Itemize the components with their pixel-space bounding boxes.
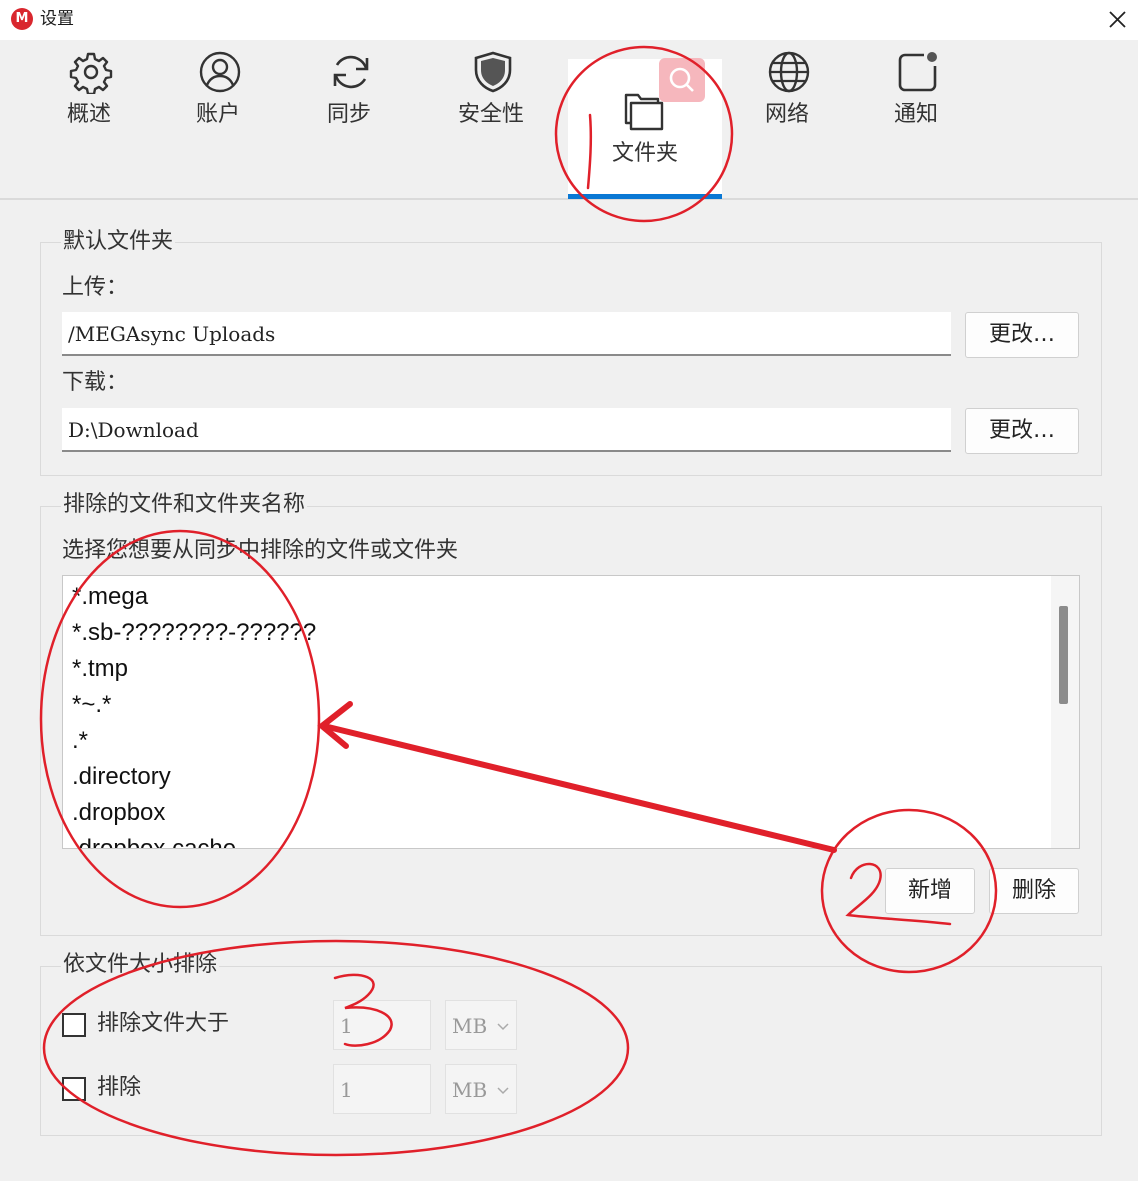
size-exclusion-group bbox=[40, 966, 1102, 1136]
notification-icon bbox=[898, 52, 937, 92]
exclude-smaller-checkbox[interactable] bbox=[62, 1077, 86, 1101]
title-bar: M 设置 bbox=[0, 0, 1138, 40]
tab-account[interactable]: 账户 bbox=[153, 40, 283, 160]
list-item[interactable]: *.tmp bbox=[72, 651, 128, 687]
scrollbar-thumb[interactable] bbox=[1059, 606, 1068, 704]
search-icon bbox=[669, 67, 694, 92]
tab-notifications-label: 通知 bbox=[893, 102, 938, 127]
list-item[interactable]: .dropbox.cache bbox=[72, 831, 236, 848]
gear-icon bbox=[69, 52, 113, 94]
exclude-smaller-size-input[interactable]: 1 bbox=[333, 1064, 431, 1114]
change-download-button[interactable]: 更改… bbox=[965, 408, 1079, 454]
tab-security[interactable]: 安全性 bbox=[426, 40, 556, 160]
exclude-larger-label: 排除文件大于 bbox=[97, 1011, 230, 1036]
list-item[interactable]: .directory bbox=[72, 759, 171, 795]
window-title: 设置 bbox=[40, 9, 74, 29]
exclude-larger-size-input[interactable]: 1 bbox=[333, 1000, 431, 1050]
default-folders-title: 默认文件夹 bbox=[61, 227, 176, 257]
list-item[interactable]: *.sb-????????-?????? bbox=[72, 615, 316, 651]
tab-notifications[interactable]: 通知 bbox=[851, 40, 981, 160]
mega-logo-icon: M bbox=[11, 8, 33, 30]
download-path-field[interactable]: D:\Download bbox=[62, 408, 951, 452]
upload-label: 上传： bbox=[62, 275, 129, 300]
tab-security-label: 安全性 bbox=[457, 102, 524, 127]
tab-account-label: 账户 bbox=[195, 102, 240, 127]
tab-network[interactable]: 网络 bbox=[722, 40, 852, 160]
list-item[interactable]: *~.* bbox=[72, 687, 111, 723]
tab-sync[interactable]: 同步 bbox=[284, 40, 414, 160]
tab-overview[interactable]: 概述 bbox=[24, 40, 154, 160]
chevron-down-icon bbox=[497, 1023, 509, 1031]
tab-sync-label: 同步 bbox=[326, 102, 371, 127]
list-item[interactable]: .dropbox bbox=[72, 795, 165, 831]
globe-icon bbox=[768, 51, 810, 93]
excluded-names-description: 选择您想要从同步中排除的文件或文件夹 bbox=[62, 538, 459, 563]
download-label: 下载： bbox=[62, 370, 129, 395]
excluded-names-title: 排除的文件和文件夹名称 bbox=[61, 490, 308, 520]
exclude-larger-checkbox[interactable] bbox=[62, 1013, 86, 1037]
search-badge[interactable] bbox=[659, 58, 705, 102]
close-button[interactable] bbox=[1098, 0, 1138, 40]
tab-network-label: 网络 bbox=[764, 102, 809, 127]
close-icon bbox=[1109, 11, 1126, 28]
list-scrollbar[interactable] bbox=[1051, 576, 1079, 848]
exclude-smaller-label: 排除 bbox=[97, 1075, 142, 1100]
size-exclusion-title: 依文件大小排除 bbox=[61, 950, 220, 980]
delete-exclusion-button[interactable]: 删除 bbox=[989, 868, 1079, 914]
excluded-names-list[interactable]: *.mega *.sb-????????-?????? *.tmp *~.* .… bbox=[62, 575, 1080, 849]
exclude-smaller-unit-value: MB bbox=[452, 1078, 488, 1102]
exclude-larger-unit-value: MB bbox=[452, 1014, 488, 1038]
sync-icon bbox=[333, 55, 369, 89]
list-item[interactable]: *.mega bbox=[72, 579, 148, 615]
exclude-larger-unit-select[interactable]: MB bbox=[445, 1000, 517, 1050]
list-item[interactable]: .* bbox=[72, 723, 88, 759]
active-tab-indicator bbox=[568, 194, 722, 199]
add-exclusion-button[interactable]: 新增 bbox=[885, 868, 975, 914]
upload-path-field[interactable]: /MEGAsync Uploads bbox=[62, 312, 951, 356]
tab-overview-label: 概述 bbox=[66, 102, 111, 127]
shield-icon bbox=[474, 51, 512, 93]
chevron-down-icon bbox=[497, 1087, 509, 1095]
change-upload-button[interactable]: 更改… bbox=[965, 312, 1079, 358]
exclude-smaller-unit-select[interactable]: MB bbox=[445, 1064, 517, 1114]
user-icon bbox=[199, 51, 241, 93]
tab-folders-label: 文件夹 bbox=[611, 141, 678, 166]
